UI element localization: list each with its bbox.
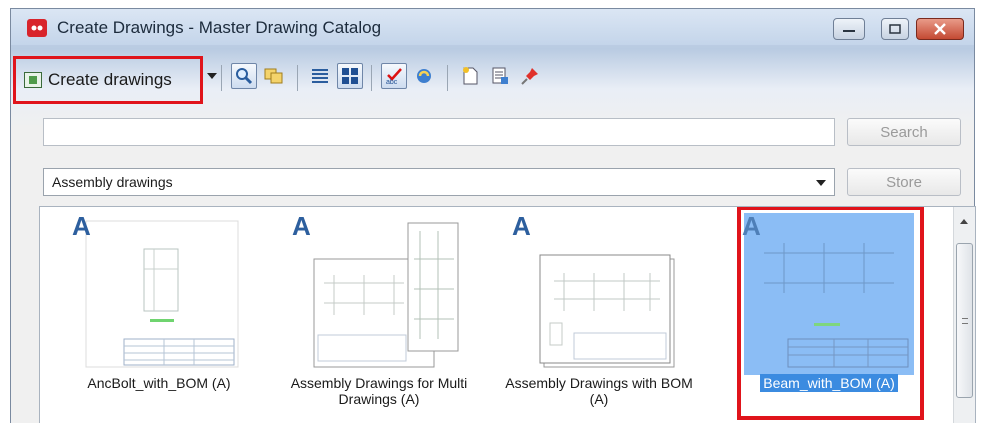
scrollbar-thumb[interactable] xyxy=(956,243,973,398)
drawing-caption: Assembly Drawings with BOM (A) xyxy=(504,375,694,407)
toolbar-separator xyxy=(221,65,222,91)
pin-icon[interactable] xyxy=(517,63,543,89)
gallery-item[interactable]: A Assembly Drawings with BOM (A) xyxy=(504,207,694,423)
drawing-thumbnail xyxy=(524,219,680,369)
copy-icon[interactable] xyxy=(261,63,287,89)
drawing-caption-text: AncBolt_with_BOM (A) xyxy=(87,375,231,391)
drawing-caption: Beam_with_BOM (A) xyxy=(734,374,924,392)
search-input[interactable] xyxy=(43,118,835,146)
grid-view-icon[interactable] xyxy=(337,63,363,89)
maximize-icon xyxy=(889,24,901,34)
new-icon[interactable] xyxy=(457,63,483,89)
search-button[interactable]: Search xyxy=(847,118,961,146)
toolbar-separator xyxy=(297,65,298,91)
drawing-caption-text: Beam_with_BOM (A) xyxy=(760,374,898,392)
window-title: Create Drawings - Master Drawing Catalog xyxy=(57,18,382,37)
drawing-type-badge: A xyxy=(72,211,91,241)
store-button[interactable]: Store xyxy=(847,168,961,196)
create-drawings-button[interactable]: Create drawings xyxy=(13,56,203,104)
drawing-caption: Assembly Drawings for Multi Drawings (A) xyxy=(284,375,474,407)
drawing-caption-text: Assembly Drawings with BOM (A) xyxy=(505,375,693,407)
drawing-type-badge: A xyxy=(742,211,761,241)
drawing-gallery: A AncBolt_with_BOM (A) A Assembly Drawin… xyxy=(39,206,976,423)
title-bar[interactable]: Create Drawings - Master Drawing Catalog xyxy=(11,9,974,45)
drawing-thumbnail xyxy=(744,213,914,375)
refresh-icon[interactable] xyxy=(411,63,437,89)
drawing-type-badge: A xyxy=(512,211,531,241)
app-icon xyxy=(27,19,47,37)
list-view-icon[interactable] xyxy=(307,63,333,89)
drawing-caption: AncBolt_with_BOM (A) xyxy=(64,375,254,391)
gallery-item[interactable]: A AncBolt_with_BOM (A) xyxy=(64,207,254,423)
svg-text:abc: abc xyxy=(386,79,398,85)
create-drawings-label: Create drawings xyxy=(48,70,172,89)
drawing-thumbnail xyxy=(84,219,240,369)
create-drawings-icon xyxy=(24,72,42,88)
grip-icon xyxy=(962,318,968,324)
maximize-button[interactable] xyxy=(881,18,909,40)
chevron-down-icon xyxy=(816,180,826,186)
vertical-scrollbar[interactable] xyxy=(953,207,975,423)
toolbar-separator xyxy=(371,65,372,91)
properties-icon[interactable] xyxy=(487,63,513,89)
create-drawings-window: Create Drawings - Master Drawing Catalog… xyxy=(10,8,976,423)
close-icon xyxy=(934,23,946,35)
drawing-thumbnail xyxy=(304,219,460,369)
drawing-type-badge: A xyxy=(292,211,311,241)
create-drawings-dropdown-icon[interactable] xyxy=(207,73,217,79)
toolbar-separator xyxy=(447,65,448,91)
spellcheck-icon[interactable]: abc xyxy=(381,63,407,89)
scroll-up-icon[interactable] xyxy=(960,219,968,224)
close-button[interactable] xyxy=(916,18,964,40)
drawing-caption-text: Assembly Drawings for Multi Drawings (A) xyxy=(290,375,468,407)
minimize-icon xyxy=(843,30,855,32)
gallery-item[interactable]: A Assembly Drawings for Multi Drawings (… xyxy=(284,207,474,423)
drawing-type-selected-value: Assembly drawings xyxy=(52,174,173,190)
magnifier-icon[interactable] xyxy=(231,63,257,89)
drawing-type-select[interactable]: Assembly drawings xyxy=(43,168,835,196)
gallery-item[interactable]: A Beam_with_BOM (A) xyxy=(734,207,924,423)
minimize-button[interactable] xyxy=(833,18,865,40)
toolbar: Create drawings abc xyxy=(11,51,974,104)
